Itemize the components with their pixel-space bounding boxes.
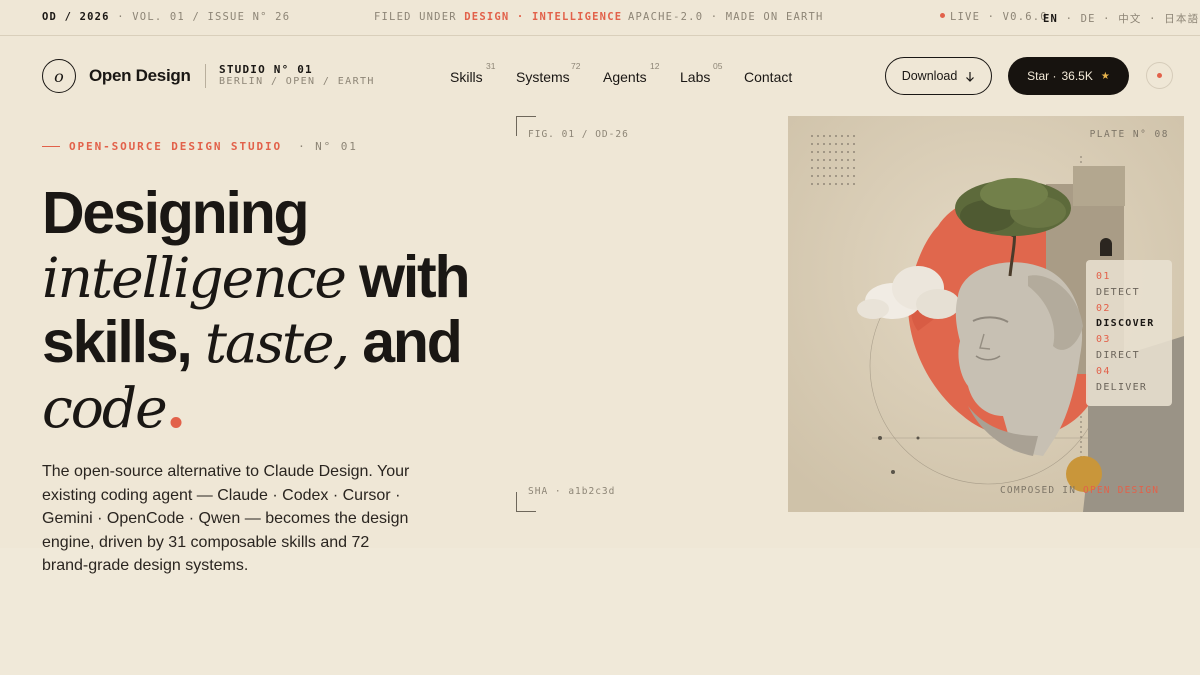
nav-agents[interactable]: Agents 12: [603, 61, 659, 87]
step-number: 03: [1096, 334, 1111, 346]
arrow-down-icon: [966, 71, 975, 82]
sha-label: SHA · a1b2c3d: [528, 486, 616, 497]
step-number: 04: [1096, 365, 1111, 377]
divider: [205, 64, 206, 88]
issue-info: OD / 2026 · VOL. 01 / ISSUE N° 26: [42, 11, 291, 23]
step-number: 02: [1096, 302, 1111, 314]
plate-label: PLATE N° 08: [1089, 129, 1169, 140]
step-detect[interactable]: DETECT: [1096, 285, 1162, 301]
nav-labs[interactable]: Labs 05: [680, 61, 722, 87]
live-status: LIVE · V0.6.0: [940, 11, 1048, 23]
filed-topic[interactable]: DESIGN · INTELLIGENCE: [464, 11, 622, 23]
figure-label: FIG. 01 / OD-26: [528, 129, 629, 140]
hero-lede: The open-source alternative to Claude De…: [42, 463, 410, 574]
headline-dot: .: [165, 372, 187, 441]
live-dot-icon: [940, 13, 945, 18]
star-icon: ★: [1100, 70, 1110, 82]
step-discover[interactable]: DISCOVER: [1096, 316, 1162, 332]
license-info: APACHE-2.0 · MADE ON EARTH: [628, 11, 824, 23]
theme-toggle-button[interactable]: [1146, 62, 1173, 89]
nav-count: 72: [571, 61, 581, 71]
studio-subtitle: BERLIN / OPEN / EARTH: [219, 76, 375, 87]
lang-others[interactable]: · DE · 中文 · 日本語: [1066, 13, 1200, 25]
filed-under: FILED UNDER DESIGN · INTELLIGENCE: [374, 11, 623, 23]
star-count: 36.5K: [1061, 69, 1093, 83]
nav-contact[interactable]: Contact: [744, 69, 792, 87]
github-star-button[interactable]: Star · 36.5K ★: [1008, 57, 1129, 95]
hero-collage-image: PLATE N° 08 COMPOSED IN OPEN DESIGN 01 D…: [788, 116, 1184, 512]
nav-skills[interactable]: Skills 31: [450, 61, 495, 87]
hero-kicker: OPEN-SOURCE DESIGN STUDIO · N° 01: [42, 140, 358, 153]
nav-count: 05: [713, 61, 723, 71]
kicker-line: [42, 146, 60, 147]
logo-text[interactable]: Open Design: [89, 66, 191, 86]
nav-count: 31: [486, 61, 496, 71]
star-label: Star ·: [1027, 69, 1057, 83]
download-label: Download: [901, 69, 958, 83]
studio-title: STUDIO N° 01: [219, 63, 313, 76]
plate-credit: COMPOSED IN OPEN DESIGN: [1000, 485, 1160, 496]
nav-systems[interactable]: Systems 72: [516, 61, 580, 87]
language-switcher[interactable]: EN · DE · 中文 · 日本語: [1043, 11, 1199, 26]
lang-en[interactable]: EN: [1043, 13, 1058, 25]
step-deliver[interactable]: DELIVER: [1096, 380, 1162, 396]
theme-dot-icon: [1157, 73, 1162, 78]
hero-headline: Designing intelligence with skills, tast…: [42, 180, 471, 441]
top-meta-bar: OD / 2026 · VOL. 01 / ISSUE N° 26 FILED …: [0, 0, 1200, 36]
step-direct[interactable]: DIRECT: [1096, 348, 1162, 364]
nav-count: 12: [650, 61, 660, 71]
download-button[interactable]: Download: [885, 57, 992, 95]
step-number: 01: [1096, 271, 1111, 282]
logo-mark-icon[interactable]: o: [42, 59, 76, 93]
process-steps-card: 01 DETECT 02 DISCOVER 03 DIRECT 04 DELIV…: [1086, 260, 1172, 406]
